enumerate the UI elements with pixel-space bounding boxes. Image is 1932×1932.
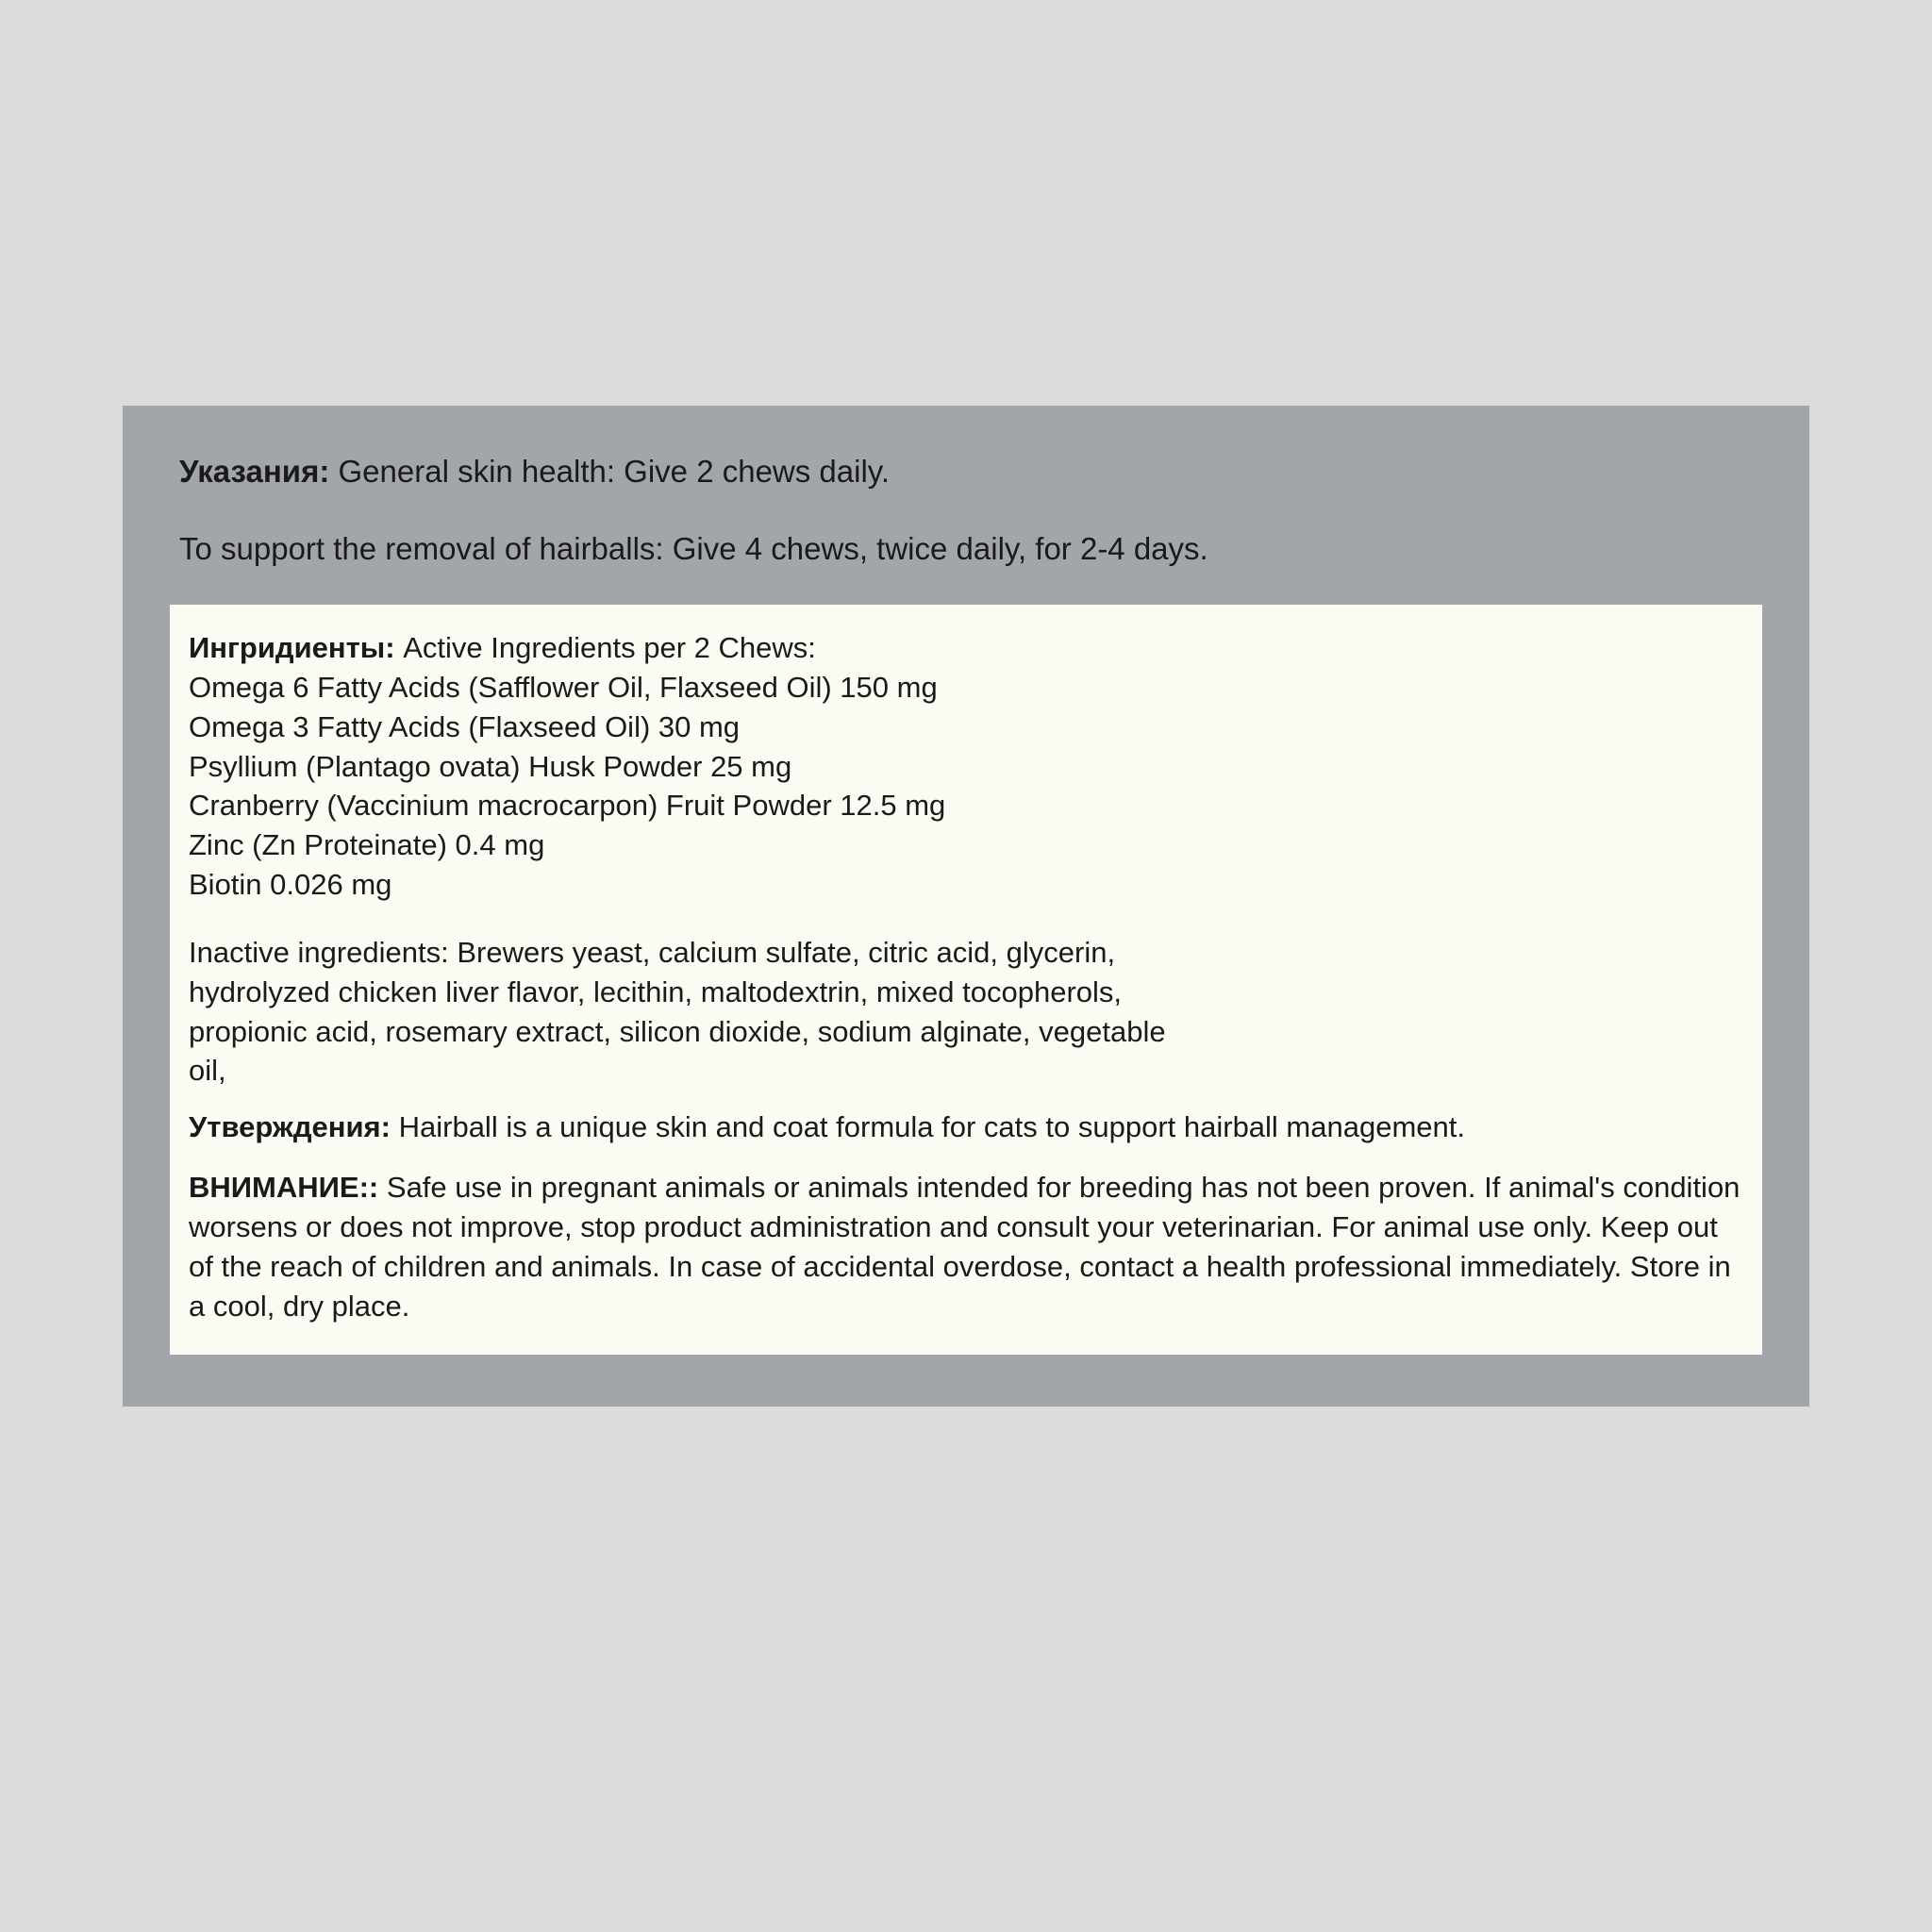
claims-label: Утверждения:	[189, 1110, 391, 1143]
ingredient-line: Omega 6 Fatty Acids (Safflower Oil, Flax…	[189, 668, 1743, 708]
claims-text: Hairball is a unique skin and coat formu…	[399, 1110, 1465, 1143]
ingredient-line: Cranberry (Vaccinium macrocarpon) Fruit …	[189, 786, 1743, 825]
info-panel: Указания: General skin health: Give 2 ch…	[123, 406, 1809, 1407]
warning-label: ВНИМАНИЕ::	[189, 1171, 378, 1204]
details-card: Ингридиенты: Active Ingredients per 2 Ch…	[170, 605, 1762, 1355]
ingredient-line: Zinc (Zn Proteinate) 0.4 mg	[189, 825, 1743, 865]
directions-line-1: Указания: General skin health: Give 2 ch…	[179, 448, 1753, 495]
ingredient-line: Psyllium (Plantago ovata) Husk Powder 25…	[189, 747, 1743, 787]
directions-line-2: To support the removal of hairballs: Giv…	[179, 525, 1753, 573]
warning-text: Safe use in pregnant animals or animals …	[189, 1171, 1740, 1323]
inactive-line: hydrolyzed chicken liver flavor, lecithi…	[189, 973, 1743, 1012]
ingredients-intro: Active Ingredients per 2 Chews:	[403, 631, 816, 664]
directions-section: Указания: General skin health: Give 2 ch…	[170, 448, 1762, 605]
directions-text-1: General skin health: Give 2 chews daily.	[339, 454, 891, 489]
inactive-line: propionic acid, rosemary extract, silico…	[189, 1012, 1743, 1052]
ingredients-label: Ингридиенты:	[189, 631, 395, 664]
inactive-line: Inactive ingredients: Brewers yeast, cal…	[189, 933, 1743, 973]
claims-section: Утверждения: Hairball is a unique skin a…	[189, 1108, 1743, 1147]
warning-section: ВНИМАНИЕ:: Safe use in pregnant animals …	[189, 1168, 1743, 1325]
inactive-line: oil,	[189, 1051, 1743, 1091]
ingredients-header: Ингридиенты: Active Ingredients per 2 Ch…	[189, 628, 1743, 668]
ingredient-line: Omega 3 Fatty Acids (Flaxseed Oil) 30 mg	[189, 708, 1743, 747]
inactive-ingredients-section: Inactive ingredients: Brewers yeast, cal…	[189, 933, 1743, 1091]
directions-label: Указания:	[179, 454, 329, 489]
ingredients-section: Ингридиенты: Active Ingredients per 2 Ch…	[189, 628, 1743, 905]
ingredient-line: Biotin 0.026 mg	[189, 865, 1743, 905]
